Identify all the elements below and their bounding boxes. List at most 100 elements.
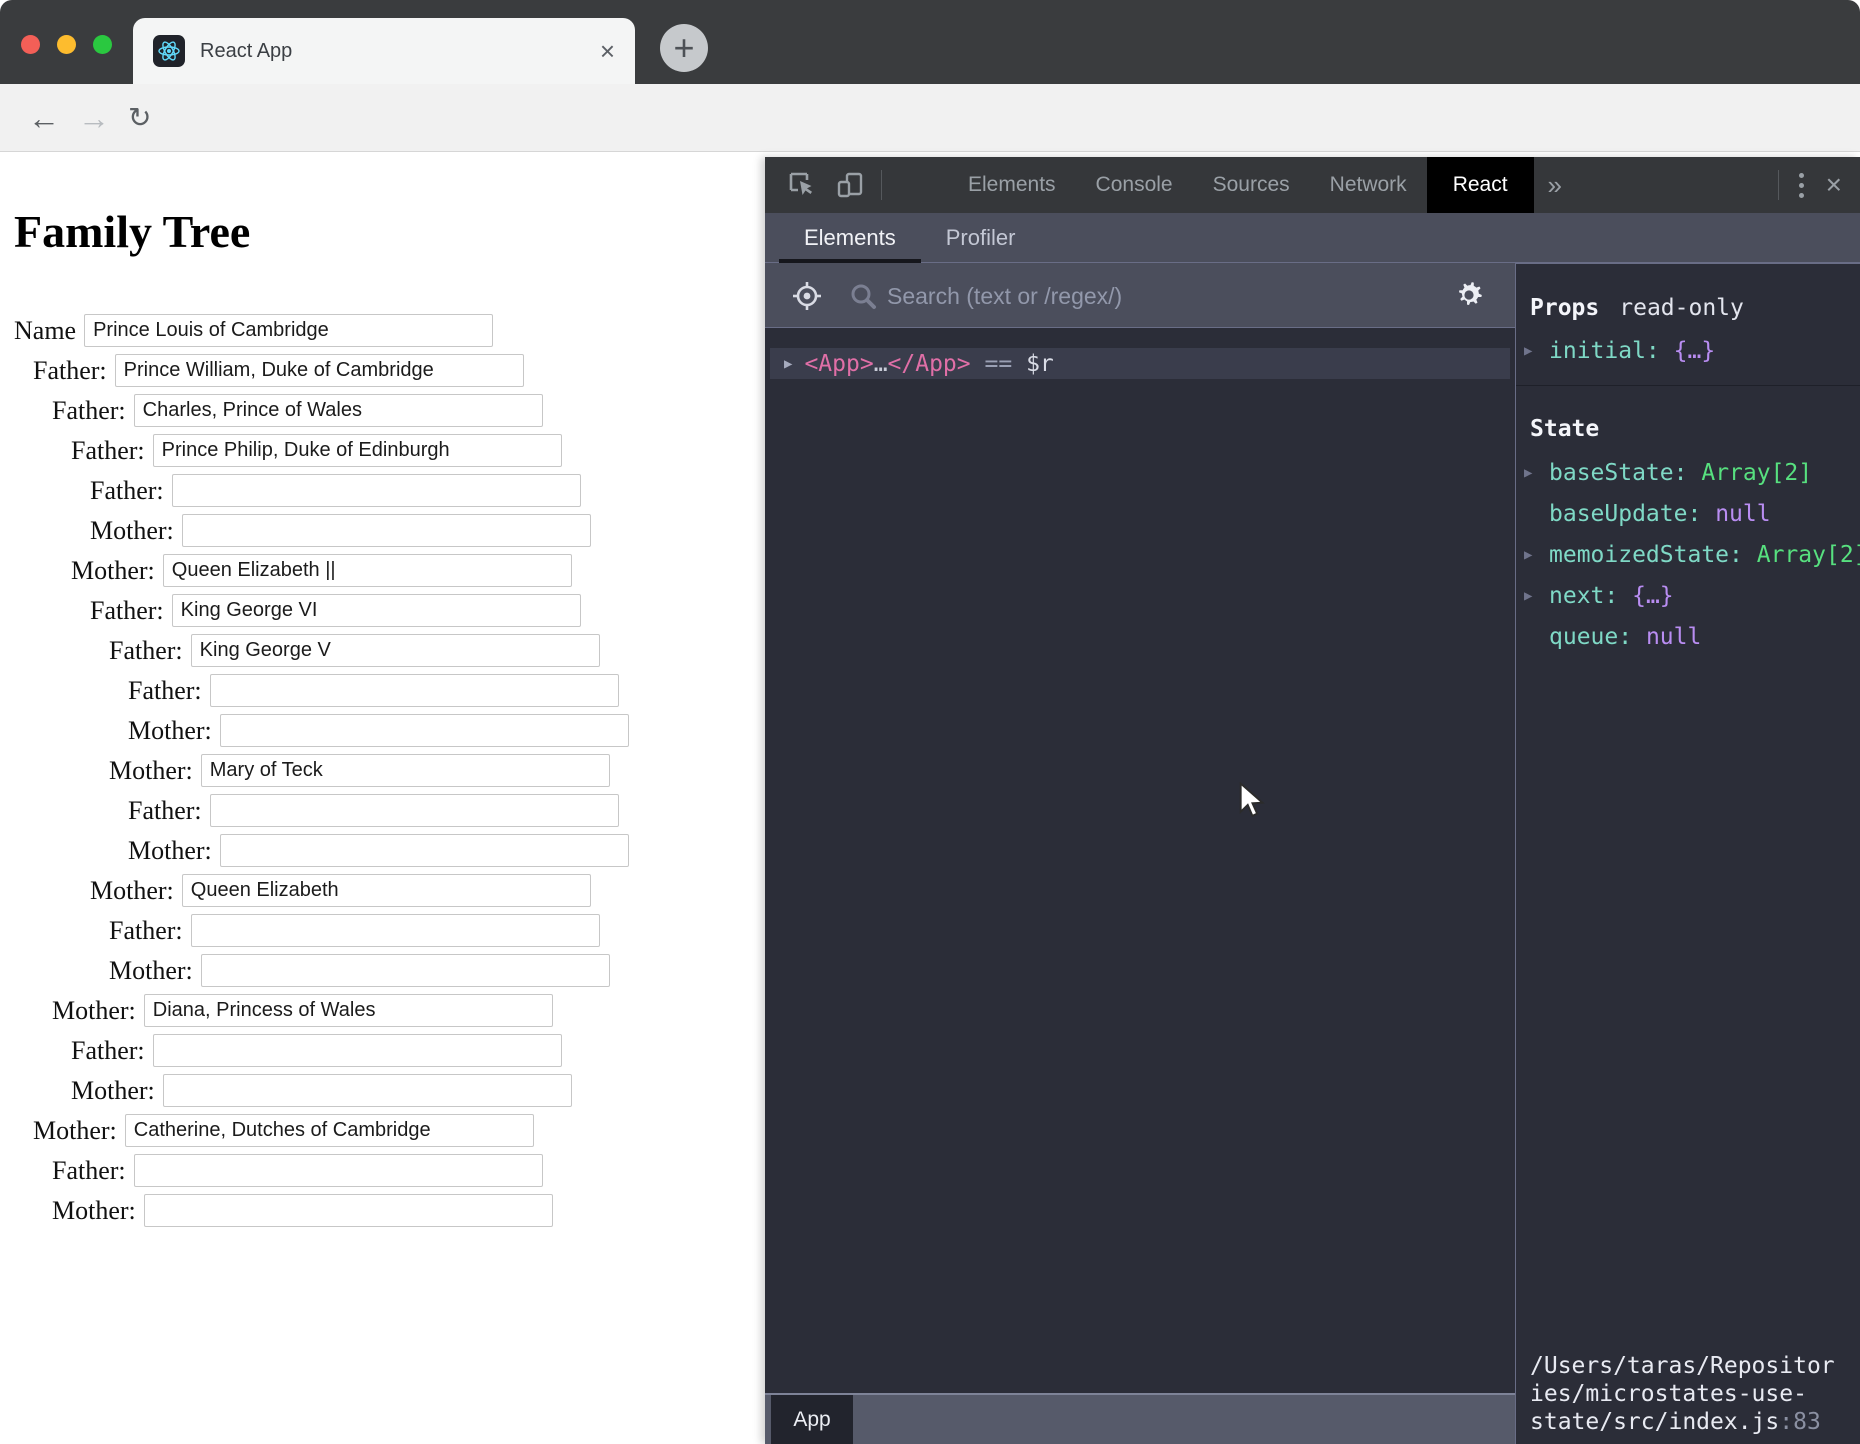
family-member-input-0[interactable]	[84, 314, 493, 347]
family-member-input-3[interactable]	[153, 434, 562, 467]
minimize-window-button[interactable]	[57, 35, 76, 54]
devtools-tab-elements[interactable]: Elements	[948, 157, 1076, 213]
expand-arrow-icon[interactable]: ▶	[1524, 465, 1532, 481]
kv-key: next:	[1549, 583, 1618, 609]
kv-value: Array[2]	[1701, 460, 1812, 486]
family-member-input-7[interactable]	[172, 594, 581, 627]
family-member-input-1[interactable]	[115, 354, 524, 387]
family-member-input-2[interactable]	[134, 394, 543, 427]
state-row-memoizedState[interactable]: ▶memoizedState: Array[2]	[1516, 534, 1860, 575]
window-titlebar: React App × +	[0, 0, 1860, 84]
kv-value: null	[1646, 624, 1701, 650]
family-field-row: Mother:	[109, 754, 765, 787]
browser-window: React App × + ← → ↻ i localhost:3000 ☆ U	[0, 0, 1860, 1444]
more-tabs-icon[interactable]: »	[1534, 170, 1562, 201]
source-line-number: :83	[1779, 1409, 1821, 1435]
family-field-row: Father:	[52, 394, 765, 427]
kv-key: baseState:	[1549, 460, 1687, 486]
reload-button[interactable]: ↻	[128, 104, 151, 132]
field-label: Mother:	[52, 1196, 136, 1226]
kv-key: initial:	[1549, 338, 1660, 364]
inspect-element-icon[interactable]	[787, 170, 817, 200]
breadcrumb-app-tag[interactable]: App	[771, 1395, 853, 1444]
browser-tab[interactable]: React App ×	[133, 18, 635, 84]
devtools-tab-sources[interactable]: Sources	[1193, 157, 1310, 213]
settings-gear-icon[interactable]	[1453, 279, 1485, 316]
tab-title: React App	[200, 40, 292, 63]
toolbar-divider	[881, 170, 882, 200]
props-section: Propsread-only ▶initial: {…}	[1516, 264, 1860, 386]
react-tab-elements[interactable]: Elements	[779, 213, 921, 262]
device-toolbar-icon[interactable]	[835, 170, 865, 200]
props-row-initial[interactable]: ▶initial: {…}	[1516, 330, 1860, 371]
family-field-row: Mother:	[90, 874, 765, 907]
devtools-tab-network[interactable]: Network	[1310, 157, 1427, 213]
new-tab-button[interactable]: +	[660, 24, 708, 72]
react-devtools-tab-bar: ElementsProfiler	[765, 213, 1860, 263]
family-member-input-16[interactable]	[201, 954, 610, 987]
family-member-input-17[interactable]	[144, 994, 553, 1027]
expand-arrow-icon[interactable]: ▶	[1524, 588, 1532, 604]
family-member-input-15[interactable]	[191, 914, 600, 947]
kv-key: queue:	[1549, 624, 1632, 650]
close-window-button[interactable]	[21, 35, 40, 54]
devtools-tab-console[interactable]: Console	[1076, 157, 1193, 213]
source-path[interactable]: /Users/taras/Repositories/microstates-us…	[1530, 1352, 1856, 1436]
family-member-input-20[interactable]	[125, 1114, 534, 1147]
family-member-input-13[interactable]	[220, 834, 629, 867]
family-field-row: Mother:	[71, 554, 765, 587]
page-title: Family Tree	[14, 205, 765, 258]
state-section: State ▶baseState: Array[2]baseUpdate: nu…	[1516, 386, 1860, 657]
family-member-input-4[interactable]	[172, 474, 581, 507]
family-member-input-19[interactable]	[163, 1074, 572, 1107]
forward-button[interactable]: →	[78, 102, 110, 134]
state-row-baseUpdate[interactable]: baseUpdate: null	[1516, 493, 1860, 534]
family-field-row: Father:	[52, 1154, 765, 1187]
react-favicon-icon	[153, 35, 185, 67]
field-label: Father:	[71, 436, 145, 466]
family-member-input-22[interactable]	[144, 1194, 553, 1227]
back-button[interactable]: ←	[28, 102, 60, 134]
state-row-queue[interactable]: queue: null	[1516, 616, 1860, 657]
kv-key: baseUpdate:	[1549, 501, 1701, 527]
family-member-input-6[interactable]	[163, 554, 572, 587]
family-tree-form: NameFather:Father:Father:Father:Mother:M…	[14, 314, 765, 1227]
field-label: Mother:	[128, 836, 212, 866]
family-field-row: Mother:	[90, 514, 765, 547]
family-field-row: Father:	[90, 594, 765, 627]
family-member-input-9[interactable]	[210, 674, 619, 707]
family-field-row: Mother:	[52, 994, 765, 1027]
mouse-cursor	[1238, 782, 1270, 823]
react-tab-profiler[interactable]: Profiler	[921, 213, 1041, 262]
family-member-input-21[interactable]	[134, 1154, 543, 1187]
devtools-close-icon[interactable]: ×	[1826, 171, 1842, 199]
devtools-menu-icon[interactable]	[1799, 173, 1804, 198]
state-row-next[interactable]: ▶ next: {…}	[1516, 575, 1860, 616]
search-input[interactable]	[885, 275, 1429, 317]
component-tree: ▶<App>…</App> == $r	[765, 328, 1515, 1393]
kv-value: null	[1715, 501, 1770, 527]
family-member-input-18[interactable]	[153, 1034, 562, 1067]
family-member-input-10[interactable]	[220, 714, 629, 747]
family-field-row: Mother:	[109, 954, 765, 987]
select-element-icon[interactable]	[791, 280, 823, 312]
window-controls	[21, 35, 112, 54]
state-row-baseState[interactable]: ▶ baseState: Array[2]	[1516, 452, 1860, 493]
family-member-input-12[interactable]	[210, 794, 619, 827]
family-member-input-5[interactable]	[182, 514, 591, 547]
devtools-tab-react[interactable]: React	[1427, 157, 1534, 213]
family-member-input-14[interactable]	[182, 874, 591, 907]
family-member-input-11[interactable]	[201, 754, 610, 787]
expand-arrow-icon[interactable]: ▶	[1524, 343, 1532, 359]
family-field-row: Mother:	[52, 1194, 765, 1227]
field-label: Mother:	[71, 556, 155, 586]
family-member-input-8[interactable]	[191, 634, 600, 667]
web-page: Family Tree NameFather:Father:Father:Fat…	[0, 152, 765, 1444]
tree-row-app[interactable]: ▶<App>…</App> == $r	[770, 348, 1510, 379]
field-label: Father:	[90, 476, 164, 506]
expand-arrow-icon[interactable]: ▶	[784, 356, 792, 372]
tab-close-icon[interactable]: ×	[600, 38, 615, 64]
expand-arrow-icon[interactable]: ▶	[1524, 547, 1532, 563]
kv-value: {…}	[1632, 583, 1674, 609]
maximize-window-button[interactable]	[93, 35, 112, 54]
